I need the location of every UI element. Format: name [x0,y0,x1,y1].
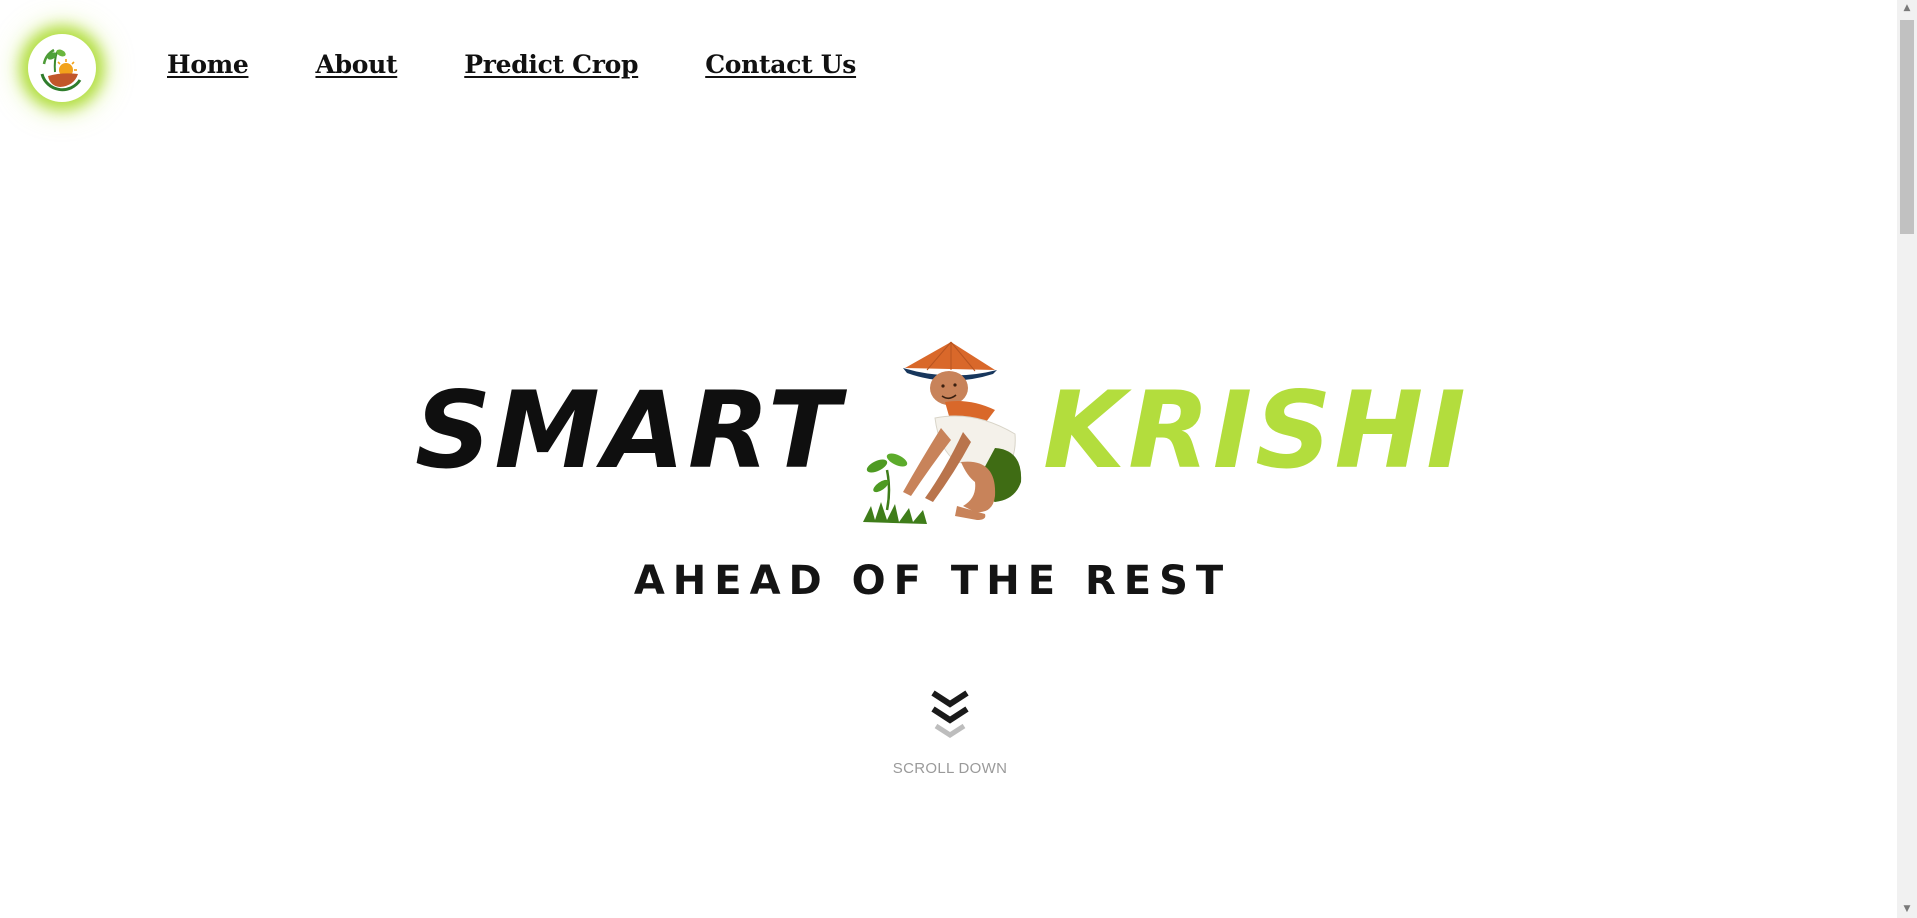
tagline-text: AHEAD OF THE REST [633,558,1232,604]
scroll-down-button[interactable]: SCROLL DOWN [880,688,1020,777]
brand-word-smart: SMART [415,369,844,492]
main-nav: Home About Predict Crop Contact Us [167,50,856,79]
brand-tagline: AHEAD OF THE REST [415,561,1490,601]
brand-word-krishi: KRISHI [1043,369,1469,492]
site-logo[interactable] [28,34,96,102]
scroll-up-arrow-icon[interactable]: ▲ [1897,0,1917,17]
nav-link-home[interactable]: Home [167,50,249,79]
chevron-double-down-icon [931,690,969,738]
scrollbar-thumb[interactable] [1900,20,1914,234]
hero-brand: SMART KRISHI [415,330,1490,540]
farmer-planting-icon [863,341,1022,524]
scroll-down-arrow-icon[interactable]: ▼ [1897,901,1917,918]
nav-link-predict-crop[interactable]: Predict Crop [464,50,638,79]
sprout-sun-logo-icon [29,35,95,101]
nav-link-about[interactable]: About [315,50,397,79]
scroll-down-label: SCROLL DOWN [892,760,1008,777]
vertical-scrollbar[interactable]: ▲ ▼ [1897,0,1917,918]
nav-link-contact-us[interactable]: Contact Us [705,50,856,79]
page: Home About Predict Crop Contact Us SMART [0,0,1917,918]
